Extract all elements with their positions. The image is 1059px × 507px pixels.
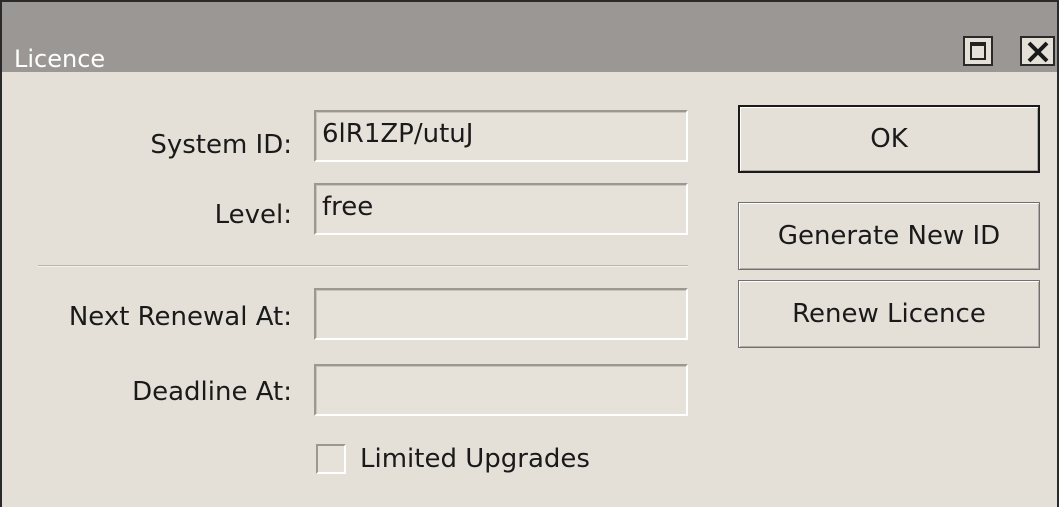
level-label: Level: [214,200,292,230]
separator [38,265,688,267]
licence-dialog: Licence System ID: 6lR1ZP/utuJ Level: fr… [0,0,1059,507]
window-title: Licence [14,45,106,73]
ok-button[interactable]: OK [738,105,1040,173]
renew-licence-button[interactable]: Renew Licence [738,280,1040,348]
close-icon [1027,41,1049,63]
deadline-field[interactable] [314,364,688,416]
next-renewal-label: Next Renewal At: [68,302,292,332]
system-id-label: System ID: [150,130,292,160]
maximize-button[interactable] [963,36,993,66]
title-bar[interactable]: Licence [2,2,1057,72]
system-id-field[interactable]: 6lR1ZP/utuJ [314,110,688,162]
close-button[interactable] [1020,36,1055,66]
limited-upgrades-label[interactable]: Limited Upgrades [360,442,590,476]
limited-upgrades-checkbox[interactable] [316,444,346,474]
maximize-icon [970,42,986,60]
level-field[interactable]: free [314,183,688,235]
deadline-label: Deadline At: [132,377,292,407]
next-renewal-field[interactable] [314,288,688,340]
generate-new-id-button[interactable]: Generate New ID [738,202,1040,270]
